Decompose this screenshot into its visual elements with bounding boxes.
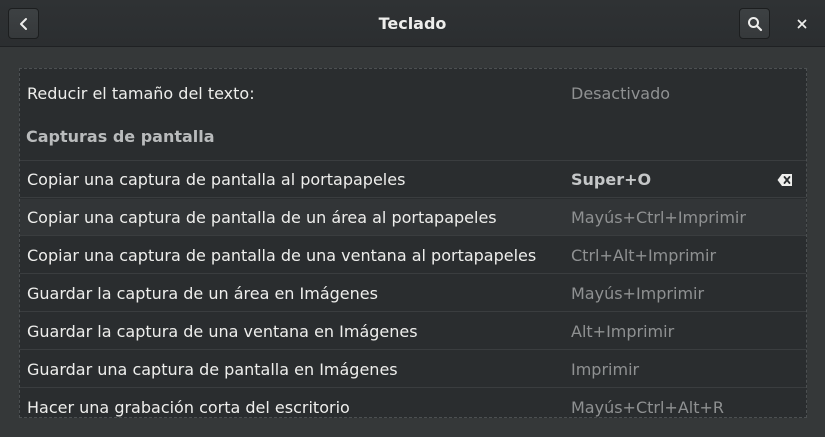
shortcut-label: Copiar una captura de pantalla de un áre…	[27, 208, 497, 227]
shortcut-accel: Mayús+Ctrl+Imprimir	[571, 208, 746, 227]
shortcut-label: Guardar una captura de pantalla en Imáge…	[27, 360, 398, 379]
shortcut-row[interactable]: Copiar una captura de pantalla al portap…	[20, 161, 806, 198]
shortcut-accel: Imprimir	[571, 360, 640, 379]
shortcut-row[interactable]: Copiar una captura de pantalla de una ve…	[20, 237, 806, 274]
header-bar: Teclado	[0, 0, 825, 47]
keyboard-settings-window: Teclado Reducir el tamaño del texto: Des…	[0, 0, 825, 437]
text-size-value: Desactivado	[571, 84, 671, 103]
shortcut-label: Hacer una grabación corta del escritorio	[27, 398, 350, 417]
shortcut-row[interactable]: Guardar la captura de un área en Imágene…	[20, 275, 806, 312]
shortcut-accel: Ctrl+Alt+Imprimir	[571, 246, 717, 265]
shortcut-row[interactable]: Copiar una captura de pantalla de un áre…	[20, 199, 806, 236]
search-button[interactable]	[739, 8, 770, 39]
shortcut-row[interactable]: Guardar una captura de pantalla en Imáge…	[20, 351, 806, 388]
text-size-label: Reducir el tamaño del texto:	[27, 84, 255, 103]
text-size-row[interactable]: Reducir el tamaño del texto: Desactivado	[20, 75, 806, 112]
close-icon	[797, 19, 806, 28]
go-back-icon	[19, 17, 27, 30]
shortcut-accel: Super+O	[571, 170, 652, 189]
shortcut-label: Guardar la captura de una ventana en Imá…	[27, 322, 418, 341]
shortcut-accel: Alt+Imprimir	[571, 322, 675, 341]
back-button[interactable]	[8, 8, 39, 39]
shortcut-accel: Mayús+Ctrl+Alt+R	[571, 398, 725, 417]
shortcut-row[interactable]: Hacer una grabación corta del escritorio…	[20, 389, 806, 417]
shortcuts-list: Reducir el tamaño del texto: Desactivado…	[19, 68, 807, 418]
section-title: Capturas de pantalla	[26, 127, 215, 146]
shortcut-row[interactable]: Guardar la captura de una ventana en Imá…	[20, 313, 806, 350]
window-title: Teclado	[378, 14, 447, 33]
close-button[interactable]	[786, 8, 817, 39]
shortcut-label: Copiar una captura de pantalla al portap…	[27, 170, 406, 189]
search-icon	[747, 16, 762, 31]
shortcut-accel: Mayús+Imprimir	[571, 284, 705, 303]
clear-shortcut-icon[interactable]	[777, 173, 793, 187]
shortcut-label: Copiar una captura de pantalla de una ve…	[27, 246, 537, 265]
shortcut-label: Guardar la captura de un área en Imágene…	[27, 284, 378, 303]
